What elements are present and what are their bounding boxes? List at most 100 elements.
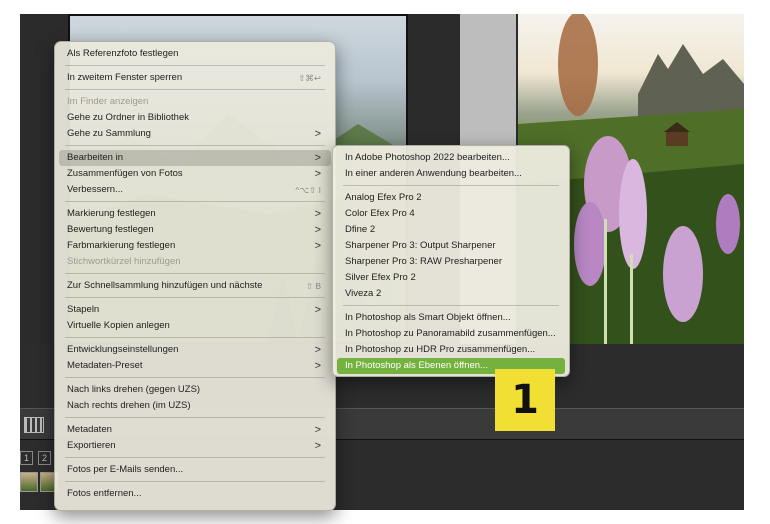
submenu-arrow-icon: >: [314, 360, 321, 372]
menu-item-label: Stapeln: [67, 304, 100, 315]
menu-item-label: Entwicklungseinstellungen: [67, 344, 179, 355]
submenu-item-sharpener-output[interactable]: Sharpener Pro 3: Output Sharpener: [337, 238, 565, 254]
submenu-item-label: In Photoshop zu HDR Pro zusammenfügen...: [345, 344, 536, 355]
menu-item-label: Exportieren: [67, 440, 116, 451]
menu-separator: [65, 65, 325, 66]
submenu-item-label: Silver Efex Pro 2: [345, 272, 416, 283]
submenu-item-other-app[interactable]: In einer anderen Anwendung bearbeiten...: [337, 166, 565, 182]
menu-item-email-photos[interactable]: Fotos per E-Mails senden...: [59, 462, 331, 478]
submenu-item-silver-efex[interactable]: Silver Efex Pro 2: [337, 270, 565, 286]
submenu-arrow-icon: >: [314, 128, 321, 140]
shortcut-label: ⇧⌘↩: [298, 73, 321, 83]
submenu-item-dfine[interactable]: Dfine 2: [337, 222, 565, 238]
submenu-arrow-icon: >: [314, 304, 321, 316]
menu-item-create-virtual-copies[interactable]: Virtuelle Kopien anlegen: [59, 318, 331, 334]
submenu-item-panorama[interactable]: In Photoshop zu Panoramabild zusammenfüg…: [337, 326, 565, 342]
step-callout-badge: 1: [495, 369, 555, 431]
menu-separator: [65, 273, 325, 274]
submenu-item-label: Sharpener Pro 3: RAW Presharpener: [345, 256, 503, 267]
menu-separator: [65, 457, 325, 458]
menu-item-show-in-finder: Im Finder anzeigen: [59, 94, 331, 110]
submenu-item-label: In Photoshop als Smart Objekt öffnen...: [345, 312, 511, 323]
submenu-item-sharpener-raw[interactable]: Sharpener Pro 3: RAW Presharpener: [337, 254, 565, 270]
menu-item-edit-in[interactable]: Bearbeiten in >: [59, 150, 331, 166]
submenu-item-hdr-pro[interactable]: In Photoshop zu HDR Pro zusammenfügen...: [337, 342, 565, 358]
submenu-item-label: In Photoshop zu Panoramabild zusammenfüg…: [345, 328, 556, 339]
submenu-arrow-icon: >: [314, 152, 321, 164]
submenu-arrow-icon: >: [314, 344, 321, 356]
menu-item-metadata-preset[interactable]: Metadaten-Preset >: [59, 358, 331, 374]
context-menu: Als Referenzfoto festlegen In zweitem Fe…: [54, 41, 336, 511]
menu-item-merge-photos[interactable]: Zusammenfügen von Fotos >: [59, 166, 331, 182]
menu-item-export[interactable]: Exportieren >: [59, 438, 331, 454]
submenu-arrow-icon: >: [314, 424, 321, 436]
menu-item-stacking[interactable]: Stapeln >: [59, 302, 331, 318]
menu-separator: [65, 297, 325, 298]
menu-item-rotate-right[interactable]: Nach rechts drehen (im UZS): [59, 398, 331, 414]
submenu-arrow-icon: >: [314, 240, 321, 252]
submenu-item-label: Analog Efex Pro 2: [345, 192, 422, 203]
menu-separator: [65, 481, 325, 482]
menu-separator: [65, 417, 325, 418]
menu-item-label: Virtuelle Kopien anlegen: [67, 320, 170, 331]
menu-item-add-quick-collection[interactable]: Zur Schnellsammlung hinzufügen und nächs…: [59, 278, 331, 294]
menu-item-label: Gehe zu Sammlung: [67, 128, 151, 139]
edit-in-submenu: In Adobe Photoshop 2022 bearbeiten... In…: [332, 145, 570, 377]
menu-item-label: Fotos entfernen...: [67, 488, 142, 499]
submenu-item-label: In einer anderen Anwendung bearbeiten...: [345, 168, 522, 179]
submenu-item-label: In Adobe Photoshop 2022 bearbeiten...: [345, 152, 510, 163]
menu-item-set-color-label[interactable]: Farbmarkierung festlegen >: [59, 238, 331, 254]
filmstrip-page-2[interactable]: 2: [38, 451, 52, 465]
menu-separator: [343, 305, 559, 306]
submenu-item-color-efex[interactable]: Color Efex Pro 4: [337, 206, 565, 222]
submenu-item-smart-object[interactable]: In Photoshop als Smart Objekt öffnen...: [337, 310, 565, 326]
submenu-item-label: Color Efex Pro 4: [345, 208, 415, 219]
menu-separator: [65, 377, 325, 378]
submenu-item-photoshop-2022[interactable]: In Adobe Photoshop 2022 bearbeiten...: [337, 150, 565, 166]
menu-item-enhance[interactable]: Verbessern... ^⌥⇧ I: [59, 182, 331, 198]
filmstrip-page-1[interactable]: 1: [20, 451, 34, 465]
menu-item-label: Gehe zu Ordner in Bibliothek: [67, 112, 189, 123]
shortcut-label: ⇧ B: [305, 281, 321, 291]
menu-item-add-keyword-shortcut: Stichwortkürzel hinzufügen: [59, 254, 331, 270]
submenu-item-label: In Photoshop als Ebenen öffnen...: [345, 360, 488, 371]
submenu-item-viveza[interactable]: Viveza 2: [337, 286, 565, 302]
submenu-item-analog-efex[interactable]: Analog Efex Pro 2: [337, 190, 565, 206]
menu-separator: [65, 145, 325, 146]
menu-item-label: Als Referenzfoto festlegen: [67, 48, 179, 59]
menu-item-label: Im Finder anzeigen: [67, 96, 149, 107]
submenu-arrow-icon: >: [314, 208, 321, 220]
menu-item-set-flag[interactable]: Markierung festlegen >: [59, 206, 331, 222]
submenu-item-label: Sharpener Pro 3: Output Sharpener: [345, 240, 496, 251]
submenu-arrow-icon: >: [314, 224, 321, 236]
menu-item-label: Nach rechts drehen (im UZS): [67, 400, 191, 411]
menu-item-label: Stichwortkürzel hinzufügen: [67, 256, 181, 267]
menu-item-label: In zweitem Fenster sperren: [67, 72, 183, 83]
menu-item-label: Nach links drehen (gegen UZS): [67, 384, 201, 395]
menu-item-rotate-left[interactable]: Nach links drehen (gegen UZS): [59, 382, 331, 398]
menu-item-label: Metadaten: [67, 424, 112, 435]
menu-item-lock-second-window[interactable]: In zweitem Fenster sperren ⇧⌘↩: [59, 70, 331, 86]
menu-item-label: Zur Schnellsammlung hinzufügen und nächs…: [67, 280, 263, 291]
menu-item-remove-photos[interactable]: Fotos entfernen...: [59, 486, 331, 502]
grid-view-icon[interactable]: [24, 417, 44, 433]
menu-separator: [65, 201, 325, 202]
menu-item-label: Markierung festlegen: [67, 208, 156, 219]
menu-item-metadata[interactable]: Metadaten >: [59, 422, 331, 438]
menu-item-label: Bewertung festlegen: [67, 224, 154, 235]
menu-item-goto-collection[interactable]: Gehe zu Sammlung >: [59, 126, 331, 142]
menu-separator: [343, 185, 559, 186]
submenu-arrow-icon: >: [314, 440, 321, 452]
menu-item-label: Farbmarkierung festlegen: [67, 240, 176, 251]
menu-item-develop-settings[interactable]: Entwicklungseinstellungen >: [59, 342, 331, 358]
menu-item-label: Zusammenfügen von Fotos: [67, 168, 183, 179]
menu-item-label: Verbessern...: [67, 184, 123, 195]
menu-item-label: Metadaten-Preset: [67, 360, 143, 371]
menu-item-set-reference[interactable]: Als Referenzfoto festlegen: [59, 46, 331, 62]
submenu-item-label: Viveza 2: [345, 288, 382, 299]
menu-item-set-rating[interactable]: Bewertung festlegen >: [59, 222, 331, 238]
menu-separator: [65, 89, 325, 90]
menu-item-goto-folder[interactable]: Gehe zu Ordner in Bibliothek: [59, 110, 331, 126]
filmstrip-thumbnail[interactable]: [20, 472, 38, 492]
submenu-arrow-icon: >: [314, 168, 321, 180]
